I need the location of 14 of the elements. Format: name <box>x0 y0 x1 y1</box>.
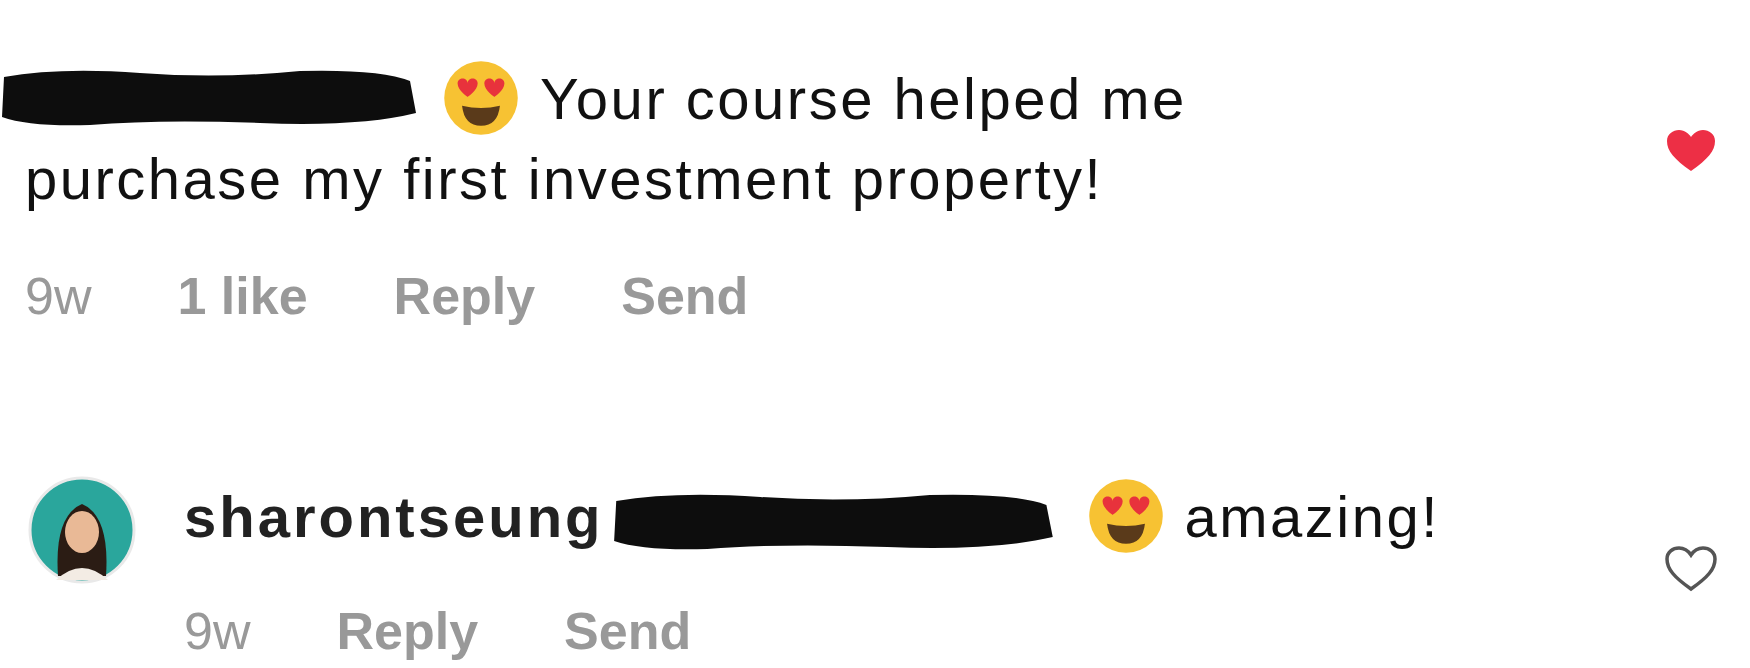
likes-count[interactable]: 1 like <box>177 266 308 326</box>
comment-time: 9w <box>25 266 92 326</box>
reply-link[interactable]: Reply <box>393 266 536 326</box>
send-link[interactable]: Send <box>621 266 749 326</box>
like-heart-icon[interactable] <box>1664 545 1718 593</box>
comment-text: Your course helped me <box>540 64 1187 132</box>
reply-link[interactable]: Reply <box>336 601 479 661</box>
comment-text: amazing! <box>1184 482 1440 550</box>
username[interactable]: sharontseung <box>184 482 604 550</box>
send-link[interactable]: Send <box>564 601 692 661</box>
comment-time: 9w <box>184 601 251 661</box>
heart-eyes-emoji-icon <box>1086 477 1165 555</box>
comment-text: purchase my first investment property! <box>25 144 1104 212</box>
heart-eyes-emoji-icon <box>442 59 520 137</box>
